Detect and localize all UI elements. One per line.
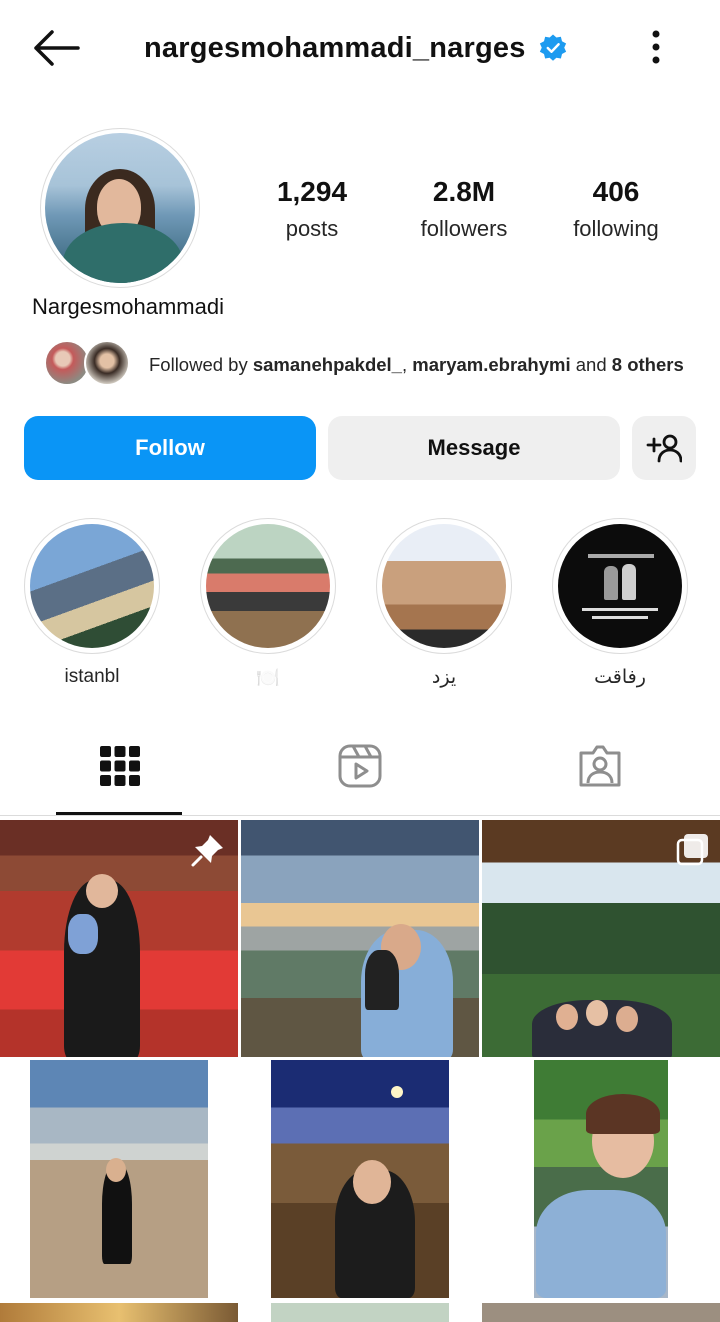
more-options-button[interactable] <box>640 28 672 68</box>
arrow-left-icon <box>34 30 80 66</box>
story-highlight[interactable]: یزد <box>376 518 512 689</box>
profile-avatar[interactable] <box>40 128 200 288</box>
mutual-followers-others: 8 others <box>611 354 684 375</box>
stat-following-count: 406 <box>592 176 640 207</box>
follow-button[interactable]: Follow <box>24 416 316 480</box>
mutual-follower-avatar <box>84 340 130 386</box>
post-thumbnail[interactable] <box>0 1303 238 1322</box>
story-highlight[interactable]: رفاقت <box>552 518 688 689</box>
highlight-label: istanbl <box>64 666 120 687</box>
profile-username-header: nargesmohammadi_narges <box>144 28 568 68</box>
mutual-follower-name: samanehpakdel_ <box>252 354 402 375</box>
tagged-user-icon <box>579 745 621 787</box>
highlight-label: 🍽️ <box>256 668 280 689</box>
post-thumbnail[interactable] <box>0 820 238 1057</box>
post-thumbnail[interactable] <box>241 820 479 1057</box>
tab-tagged[interactable] <box>480 716 720 816</box>
mutual-follower-name: maryam.ebrahymi <box>412 354 571 375</box>
post-thumbnail[interactable] <box>241 1060 479 1300</box>
stat-following[interactable]: 406 following <box>546 176 686 242</box>
profile-tabs <box>0 716 720 816</box>
followed-by-text: Followed by samanehpakdel_, maryam.ebrah… <box>149 354 684 375</box>
post-thumbnail[interactable] <box>482 1060 720 1300</box>
multiple-photos-icon <box>676 834 708 866</box>
story-highlight[interactable]: 🍽️ <box>200 518 336 690</box>
add-person-icon <box>646 434 682 463</box>
username: nargesmohammadi_narges <box>144 31 526 64</box>
highlight-cover <box>30 524 154 648</box>
reels-icon <box>338 744 382 788</box>
pinned-post-icon <box>191 835 223 867</box>
highlight-cover <box>206 524 330 648</box>
story-highlight[interactable]: istanbl <box>24 518 160 688</box>
post-thumbnail[interactable] <box>241 1303 479 1322</box>
stat-posts[interactable]: 1,294 posts <box>242 176 382 242</box>
more-vertical-icon <box>652 30 660 64</box>
display-name: Nargesmohammadi <box>32 294 224 319</box>
active-tab-indicator <box>56 812 182 815</box>
verified-badge-icon <box>539 34 566 61</box>
message-button[interactable]: Message <box>328 416 620 480</box>
highlight-label: یزد <box>431 667 457 688</box>
followed-by-row[interactable]: Followed by samanehpakdel_, maryam.ebrah… <box>44 340 704 388</box>
stat-following-label: following <box>573 216 659 241</box>
suggested-users-button[interactable] <box>632 416 696 480</box>
grid-icon <box>100 746 140 786</box>
stat-posts-count: 1,294 <box>276 176 348 207</box>
highlight-cover <box>382 524 506 648</box>
avatar-image <box>45 133 195 283</box>
post-thumbnail[interactable] <box>0 1060 238 1300</box>
stat-posts-label: posts <box>285 216 339 241</box>
stat-followers-count: 2.8M <box>432 176 496 207</box>
post-thumbnail[interactable] <box>482 820 720 1057</box>
post-thumbnail[interactable] <box>482 1303 720 1322</box>
stat-followers-label: followers <box>420 216 508 241</box>
stat-followers[interactable]: 2.8M followers <box>394 176 534 242</box>
highlight-cover <box>558 524 682 648</box>
highlight-label: رفاقت <box>594 667 646 688</box>
back-button[interactable] <box>30 28 82 68</box>
tab-posts[interactable] <box>0 716 240 816</box>
tab-reels[interactable] <box>240 716 480 816</box>
top-bar: nargesmohammadi_narges <box>0 0 720 96</box>
